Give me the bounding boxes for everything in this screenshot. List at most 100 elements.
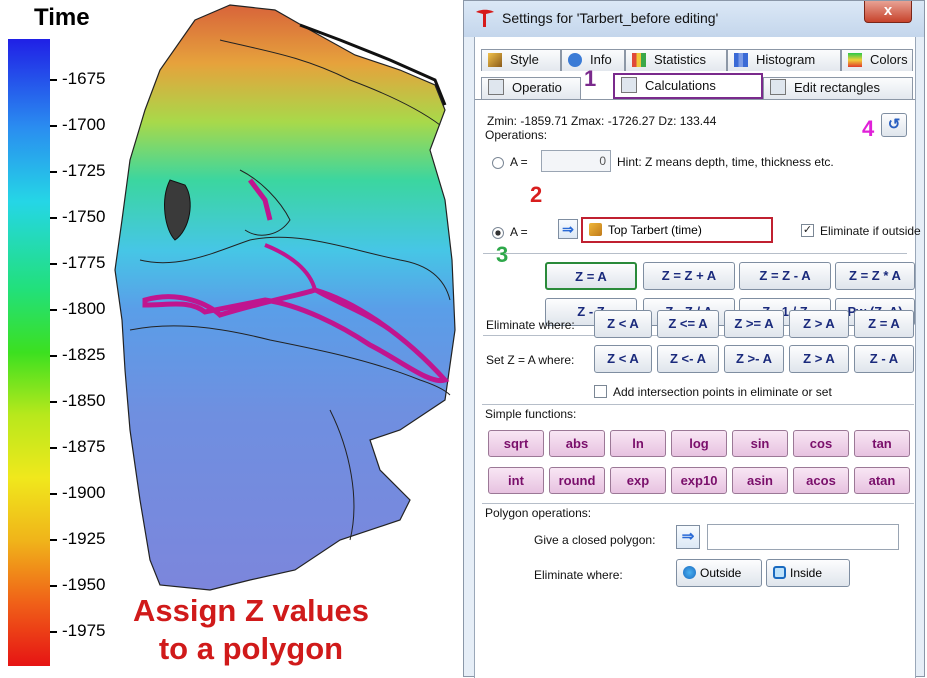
eliminate-ge-button[interactable]: Z >= A xyxy=(724,310,784,338)
colorbar-tick xyxy=(50,631,57,633)
tab-statistics-label: Statistics xyxy=(654,52,707,67)
colorbar-tick-label: -1800 xyxy=(62,299,106,318)
color-palette-icon xyxy=(848,53,862,67)
colorbar-tick-label: -1675 xyxy=(62,69,106,88)
colorbar-tick-label: -1700 xyxy=(62,115,106,134)
separator xyxy=(482,503,914,504)
surface-field[interactable]: Top Tarbert (time) xyxy=(581,217,773,243)
tab-style[interactable]: Style xyxy=(481,49,561,71)
fn-sqrt-button[interactable]: sqrt xyxy=(488,430,544,457)
colorbar-tick-label: -1925 xyxy=(62,529,106,548)
tab-info-label: Info xyxy=(590,52,612,67)
setz-lt-button[interactable]: Z < A xyxy=(594,345,652,373)
add-intersection-checkbox[interactable] xyxy=(594,385,607,398)
eliminate-where-label: Eliminate where: xyxy=(486,318,575,332)
fn-cos-button[interactable]: cos xyxy=(793,430,849,457)
select-surface-button[interactable]: ⇒ xyxy=(558,219,578,239)
simple-functions-label: Simple functions: xyxy=(485,407,577,421)
op-z-minus-a-button[interactable]: Z = Z - A xyxy=(739,262,831,290)
title-bar[interactable]: Settings for 'Tarbert_before editing' x xyxy=(464,1,924,37)
colorbar-tick xyxy=(50,309,57,311)
select-polygon-button[interactable]: ⇒ xyxy=(676,525,700,549)
fn-abs-button[interactable]: abs xyxy=(549,430,605,457)
eliminate-lt-button[interactable]: Z < A xyxy=(594,310,652,338)
eliminate-outside-label: Eliminate if outside xyxy=(820,224,921,238)
colorbar-tick-label: -1950 xyxy=(62,575,106,594)
separator xyxy=(482,404,914,405)
tab-calculations[interactable]: Calculations xyxy=(613,73,763,99)
tab-histogram[interactable]: Histogram xyxy=(727,49,841,71)
calculator-icon xyxy=(621,77,637,93)
tab-colors[interactable]: Colors xyxy=(841,49,913,71)
arrow-right-icon: ⇒ xyxy=(562,221,574,237)
fn-ln-button[interactable]: ln xyxy=(610,430,666,457)
setz-eq-button[interactable]: Z - A xyxy=(854,345,914,373)
fn-atan-button[interactable]: atan xyxy=(854,467,910,494)
eliminate-inside-button[interactable]: Inside xyxy=(766,559,850,587)
outside-label: Outside xyxy=(700,566,742,580)
operations-label: Operations: xyxy=(485,128,548,142)
polygon-operations-label: Polygon operations: xyxy=(485,506,592,520)
closed-polygon-label: Give a closed polygon: xyxy=(534,533,656,547)
set-z-label: Set Z = A where: xyxy=(486,353,575,367)
setz-le-button[interactable]: Z <- A xyxy=(657,345,719,373)
fn-asin-button[interactable]: asin xyxy=(732,467,788,494)
tab-edit-rectangles-label: Edit rectangles xyxy=(794,80,880,95)
eliminate-le-button[interactable]: Z <= A xyxy=(657,310,719,338)
colorbar-tick-label: -1875 xyxy=(62,437,106,456)
tab-operations[interactable]: Operatio xyxy=(481,77,581,99)
op-z-equals-a-button[interactable]: Z = A xyxy=(545,262,637,290)
colorbar-tick xyxy=(50,217,57,219)
fn-int-button[interactable]: int xyxy=(488,467,544,494)
dialog-title: Settings for 'Tarbert_before editing' xyxy=(502,10,719,26)
colorbar-tick-label: -1900 xyxy=(62,483,106,502)
polygon-field[interactable] xyxy=(707,524,899,550)
eliminate-eq-button[interactable]: Z = A xyxy=(854,310,914,338)
eliminate-outside-button[interactable]: Outside xyxy=(676,559,762,587)
fn-exp-button[interactable]: exp xyxy=(610,467,666,494)
caption-line-1: Assign Z values xyxy=(132,593,370,628)
colorbar xyxy=(8,39,50,666)
fn-exp10-button[interactable]: exp10 xyxy=(671,467,727,494)
fn-round-button[interactable]: round xyxy=(549,467,605,494)
inside-icon xyxy=(773,566,786,579)
annotation-3: 3 xyxy=(496,242,509,267)
fn-tan-button[interactable]: tan xyxy=(854,430,910,457)
radio-surface[interactable] xyxy=(492,227,504,239)
colorbar-tick-label: -1750 xyxy=(62,207,106,226)
setz-gt-button[interactable]: Z > A xyxy=(789,345,849,373)
outside-icon xyxy=(683,566,696,579)
undo-button[interactable]: ↺ xyxy=(881,113,907,137)
colorbar-tick-label: -1825 xyxy=(62,345,106,364)
eliminate-gt-button[interactable]: Z > A xyxy=(789,310,849,338)
colorbar-tick xyxy=(50,447,57,449)
fn-log-button[interactable]: log xyxy=(671,430,727,457)
surface-icon xyxy=(589,223,602,236)
operations-icon xyxy=(488,79,504,95)
colorbar-tick-label: -1775 xyxy=(62,253,106,272)
info-icon xyxy=(568,53,582,67)
fn-sin-button[interactable]: sin xyxy=(732,430,788,457)
eliminate-outside-checkbox[interactable]: ✓ xyxy=(801,224,814,237)
caption-line-2: to a polygon xyxy=(158,631,344,666)
inside-label: Inside xyxy=(790,566,823,580)
tab-style-label: Style xyxy=(510,52,539,67)
op-z-times-a-button[interactable]: Z = Z * A xyxy=(835,262,915,290)
colorbar-tick-label: -1725 xyxy=(62,161,106,180)
fn-acos-button[interactable]: acos xyxy=(793,467,849,494)
annotation-1: 1 xyxy=(584,66,597,91)
undo-icon: ↺ xyxy=(887,116,901,133)
annotation-4: 4 xyxy=(862,116,875,141)
tab-edit-rectangles[interactable]: Edit rectangles xyxy=(763,77,913,99)
tab-statistics[interactable]: Statistics xyxy=(625,49,727,71)
close-button[interactable]: x xyxy=(864,1,912,23)
setz-ge-button[interactable]: Z >- A xyxy=(724,345,784,373)
radio-constant[interactable] xyxy=(492,157,504,169)
colorbar-tick xyxy=(50,401,57,403)
a-value-input[interactable]: 0 xyxy=(541,150,611,172)
tab-calculations-label: Calculations xyxy=(645,78,716,93)
op-z-plus-a-button[interactable]: Z = Z + A xyxy=(643,262,735,290)
colorbar-tick xyxy=(50,539,57,541)
histogram-icon xyxy=(734,53,748,67)
hint-text: Hint: Z means depth, time, thickness etc… xyxy=(617,155,834,169)
